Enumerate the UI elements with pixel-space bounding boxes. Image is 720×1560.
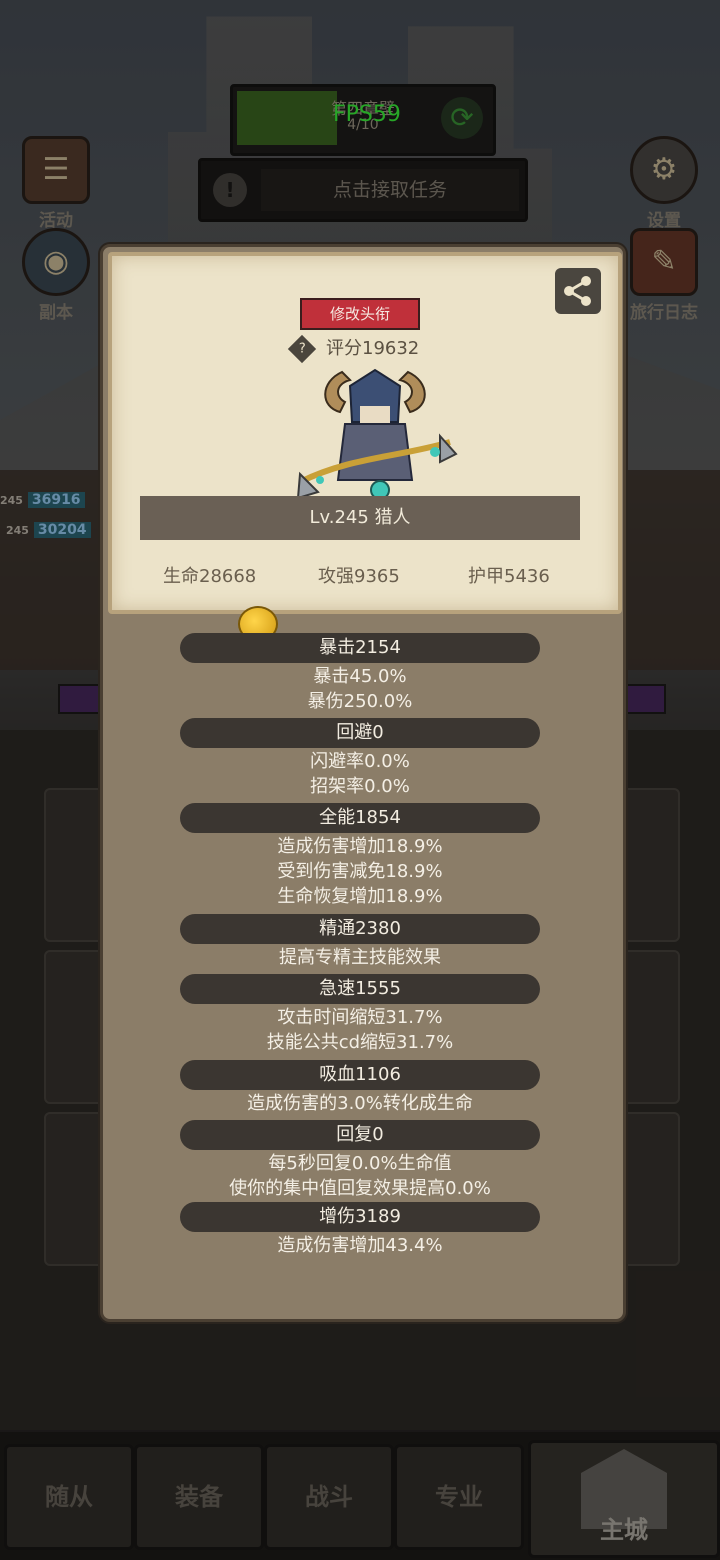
stat-line: 造成伤害增加18.9% (277, 836, 443, 857)
stat-header-crit: 暴击2154 (180, 633, 540, 663)
stat-line: 使你的集中值回复效果提高0.0% (229, 1178, 491, 1199)
stat-header-regen: 回复0 (180, 1120, 540, 1150)
stat-line: 提高专精主技能效果 (279, 947, 441, 968)
help-icon[interactable]: ? (287, 334, 317, 364)
armor-stat: 护甲5436 (468, 566, 550, 587)
stat-header-versatility: 全能1854 (180, 803, 540, 833)
stat-line: 攻击时间缩短31.7% (277, 1007, 443, 1028)
stat-line: 造成伤害增加43.4% (277, 1235, 443, 1256)
stat-header-damage-bonus: 增伤3189 (180, 1202, 540, 1232)
stat-line: 生命恢复增加18.9% (277, 886, 443, 907)
stat-header-leech: 吸血1106 (180, 1060, 540, 1090)
stat-line: 暴伤250.0% (307, 691, 413, 712)
attack-power-stat: 攻强9365 (318, 566, 400, 587)
change-title-button[interactable]: 修改头衔 (300, 298, 420, 330)
share-button[interactable] (555, 268, 601, 314)
stat-line: 受到伤害减免18.9% (277, 861, 443, 882)
stat-header-mastery: 精通2380 (180, 914, 540, 944)
level-class-banner: Lv.245 猎人 (140, 496, 580, 540)
stat-line: 暴击45.0% (313, 666, 407, 687)
hp-stat: 生命28668 (163, 566, 257, 587)
stat-line: 每5秒回复0.0%生命值 (268, 1153, 452, 1174)
stat-header-haste: 急速1555 (180, 974, 540, 1004)
score-row: ? 评分19632 (287, 334, 420, 364)
stat-header-avoidance: 回避0 (180, 718, 540, 748)
score-text: 评分19632 (326, 338, 420, 359)
share-icon (564, 276, 591, 306)
stat-line: 闪避率0.0% (310, 751, 410, 772)
stat-line: 造成伤害的3.0%转化成生命 (247, 1093, 473, 1114)
hunter-character-portrait (296, 368, 458, 500)
stat-line: 招架率0.0% (310, 776, 410, 797)
stat-line: 技能公共cd缩短31.7% (266, 1032, 454, 1053)
